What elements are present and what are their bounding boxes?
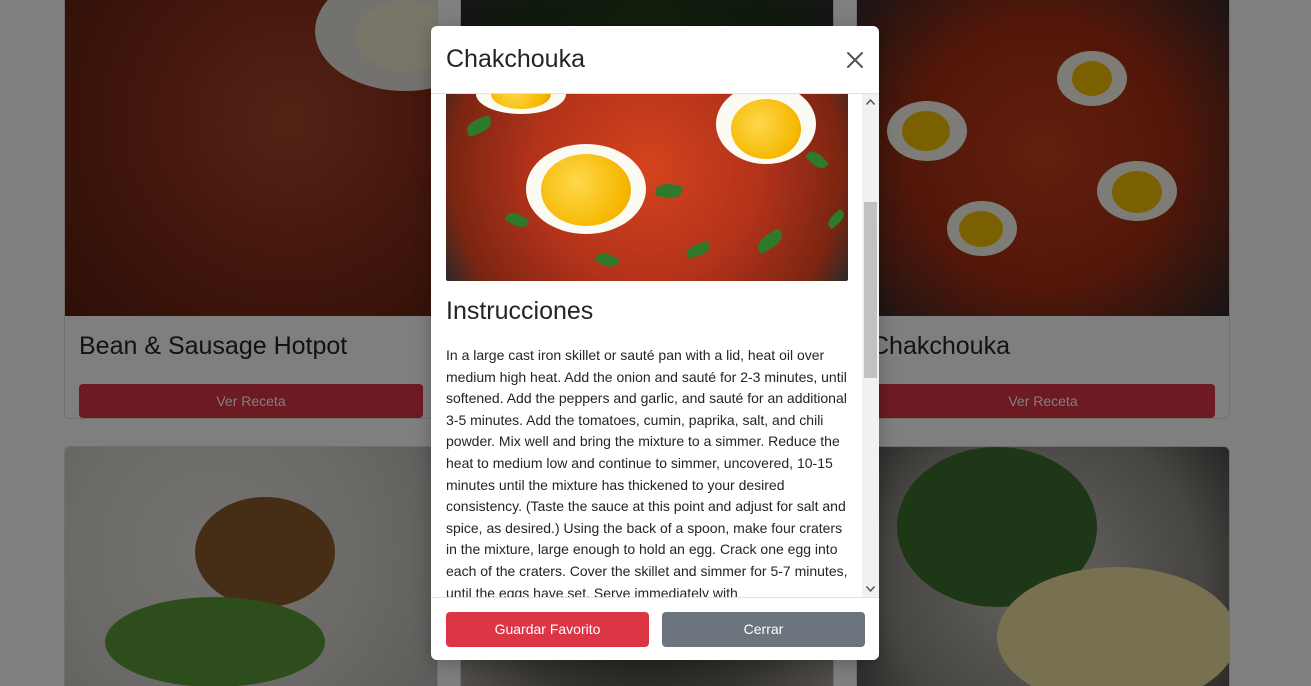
modal-title: Chakchouka (446, 45, 585, 73)
close-icon[interactable] (843, 48, 867, 72)
modal-body[interactable]: Instrucciones In a large cast iron skill… (431, 94, 879, 597)
modal-scrollbar[interactable] (862, 94, 879, 597)
save-favorite-button[interactable]: Guardar Favorito (446, 611, 649, 647)
modal-header: Chakchouka (431, 26, 879, 94)
modal-footer: Guardar Favorito Cerrar (431, 597, 879, 660)
close-button[interactable]: Cerrar (662, 611, 865, 647)
instructions-text: In a large cast iron skillet or sauté pa… (446, 347, 848, 597)
scroll-thumb[interactable] (864, 202, 877, 378)
recipe-modal: Chakchouka Instrucciones In a large cast… (431, 26, 879, 660)
instructions-heading: Instrucciones (446, 297, 594, 325)
scroll-up-icon[interactable] (862, 94, 879, 110)
recipe-image (446, 94, 848, 281)
scroll-down-icon[interactable] (862, 581, 879, 597)
